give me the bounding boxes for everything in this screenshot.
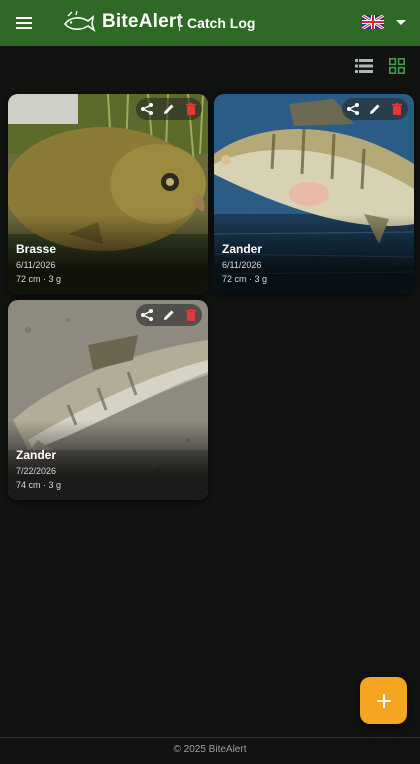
- app-bar: BiteAlert Catch Log: [0, 0, 420, 46]
- catch-card[interactable]: Zander 6/11/2026 72 cm · 3 g: [214, 94, 414, 294]
- catch-date: 6/11/2026: [16, 260, 56, 270]
- grid-view-icon[interactable]: [389, 58, 405, 74]
- delete-icon[interactable]: [184, 102, 198, 116]
- edit-icon[interactable]: [162, 102, 176, 116]
- brand-title: BiteAlert: [102, 11, 183, 32]
- edit-icon[interactable]: [162, 308, 176, 322]
- footer-divider: [0, 737, 420, 738]
- catch-species: Zander: [16, 448, 57, 462]
- fish-logo-icon: [63, 10, 96, 32]
- page-title: Catch Log: [187, 15, 256, 31]
- card-actions: [136, 304, 202, 326]
- catch-card[interactable]: Zander 7/22/2026 74 cm · 3 g: [8, 300, 208, 500]
- share-icon[interactable]: [346, 102, 360, 116]
- uk-flag-icon: [362, 15, 384, 29]
- catch-card[interactable]: Brasse 6/11/2026 72 cm · 3 g: [8, 94, 208, 294]
- title-divider: [179, 15, 180, 31]
- plus-icon: [376, 693, 391, 708]
- delete-icon[interactable]: [184, 308, 198, 322]
- catch-measurements: 72 cm · 3 g: [222, 274, 268, 284]
- edit-icon[interactable]: [368, 102, 382, 116]
- footer-copyright: © 2025 BiteAlert: [173, 744, 247, 755]
- catch-date: 6/11/2026: [222, 260, 262, 270]
- share-icon[interactable]: [140, 102, 154, 116]
- add-catch-button[interactable]: [360, 677, 407, 724]
- catch-species: Brasse: [16, 242, 57, 256]
- chevron-down-icon: [396, 19, 406, 25]
- menu-icon[interactable]: [14, 13, 34, 33]
- share-icon[interactable]: [140, 308, 154, 322]
- card-actions: [136, 98, 202, 120]
- delete-icon[interactable]: [390, 102, 404, 116]
- card-actions: [342, 98, 408, 120]
- list-view-icon[interactable]: [355, 58, 373, 74]
- catch-species: Zander: [222, 242, 263, 256]
- catch-date: 7/22/2026: [16, 466, 57, 476]
- catch-measurements: 74 cm · 3 g: [16, 480, 62, 490]
- catch-measurements: 72 cm · 3 g: [16, 274, 62, 284]
- language-selector[interactable]: [362, 15, 406, 29]
